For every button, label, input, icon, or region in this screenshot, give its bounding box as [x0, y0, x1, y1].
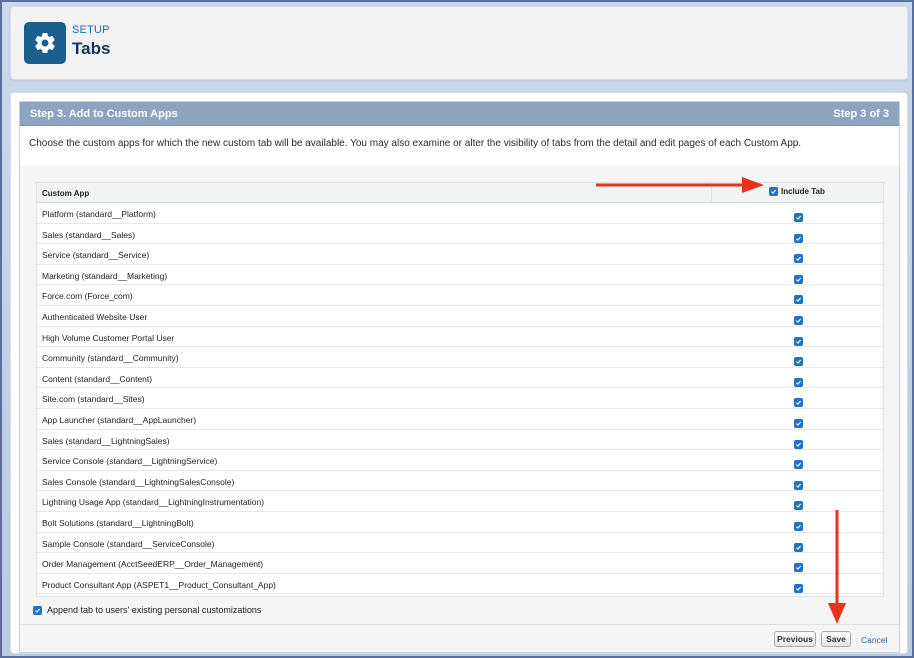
page-title: Tabs [72, 39, 111, 58]
include-tab-checkbox[interactable] [794, 583, 803, 593]
include-tab-checkbox[interactable] [794, 439, 803, 449]
custom-app-name: Service (standard__Service) [42, 250, 150, 261]
include-tab-checkbox[interactable] [794, 274, 803, 284]
custom-app-name: Lightning Usage App (standard__Lightning… [42, 497, 265, 508]
table-row: Order Management (AcctSeedERP__Order_Man… [37, 553, 883, 574]
custom-app-name: Product Consultant App (ASPET1__Product_… [42, 579, 276, 590]
include-tab-checkbox[interactable] [794, 501, 803, 511]
page-header: SETUP Tabs [10, 6, 908, 80]
step-panel: Step 3. Add to Custom Apps Step 3 of 3 C… [19, 101, 900, 653]
custom-app-name: High Volume Customer Portal User [42, 332, 175, 343]
table-row: Marketing (standard__Marketing) [37, 265, 883, 286]
previous-button[interactable]: Previous [774, 631, 816, 647]
include-tab-checkbox[interactable] [794, 254, 803, 264]
custom-apps-table: Custom App Include Tab Platform (standar… [36, 182, 884, 597]
custom-app-name: App Launcher (standard__AppLauncher) [42, 415, 197, 425]
custom-app-name: Content (standard__Content) [42, 373, 153, 384]
custom-app-name: Platform (standard__Platform) [42, 209, 156, 219]
table-row: Community (standard__Community) [37, 347, 883, 368]
section-label[interactable]: SETUP [72, 24, 110, 36]
custom-app-name: Authenticated Website User [42, 312, 148, 322]
append-tab-option: Append tab to users' existing personal c… [33, 605, 261, 615]
step-title: Step 3. Add to Custom Apps [30, 108, 178, 120]
include-tab-checkbox[interactable] [794, 316, 803, 325]
include-tab-checkbox[interactable] [794, 213, 803, 222]
custom-app-name: Site.com (standard__Sites) [42, 394, 145, 405]
include-tab-checkbox[interactable] [794, 357, 803, 367]
instructions: Choose the custom apps for which the new… [20, 126, 899, 166]
table-row: Content (standard__Content) [37, 368, 883, 389]
table-row: Lightning Usage App (standard__Lightning… [37, 491, 883, 512]
include-tab-checkbox[interactable] [794, 522, 803, 531]
include-tab-checkbox[interactable] [794, 419, 803, 428]
include-all-checkbox[interactable] [769, 187, 778, 196]
table-row: Sales Console (standard__LightningSalesC… [37, 471, 883, 492]
cancel-link[interactable]: Cancel [861, 635, 887, 645]
gear-icon [24, 22, 66, 64]
custom-app-name: Sample Console (standard__ServiceConsole… [42, 538, 215, 549]
instructions-text: Choose the custom apps for which the new… [29, 138, 802, 149]
include-tab-checkbox[interactable] [794, 460, 803, 470]
include-tab-cell [794, 579, 803, 597]
table-row: Site.com (standard__Sites) [37, 388, 883, 409]
screenshot-frame: SETUP Tabs Step 3. Add to Custom Apps St… [0, 0, 914, 658]
button-bar: Previous Save Cancel [20, 624, 899, 652]
step-counter: Step 3 of 3 [833, 108, 889, 120]
custom-app-name: Bolt Solutions (standard__LightningBolt) [42, 518, 194, 528]
custom-app-name: Force.com (Force_com) [42, 291, 133, 302]
include-tab-label: Include Tab [781, 187, 825, 196]
table-header: Custom App Include Tab [37, 183, 883, 203]
include-tab-checkbox[interactable] [794, 377, 803, 387]
custom-app-name: Order Management (AcctSeedERP__Order_Man… [42, 559, 264, 570]
table-row: Service (standard__Service) [37, 244, 883, 265]
custom-app-name: Sales Console (standard__LightningSalesC… [42, 476, 235, 487]
table-row: Service Console (standard__LightningServ… [37, 450, 883, 471]
table-row: Force.com (Force_com) [37, 285, 883, 306]
include-tab-checkbox[interactable] [794, 542, 803, 552]
append-tab-label: Append tab to users' existing personal c… [47, 605, 262, 615]
table-row: High Volume Customer Portal User [37, 327, 883, 348]
table-row: Product Consultant App (ASPET1__Product_… [37, 574, 883, 595]
table-row: App Launcher (standard__AppLauncher) [37, 409, 883, 430]
include-tab-checkbox[interactable] [794, 233, 803, 243]
table-row: Sales (standard__LightningSales) [37, 430, 883, 451]
main-content: Step 3. Add to Custom Apps Step 3 of 3 C… [10, 92, 908, 654]
append-tab-checkbox[interactable] [33, 605, 42, 615]
custom-app-name: Sales (standard__Sales) [42, 229, 136, 240]
custom-app-column-header: Custom App [42, 189, 90, 198]
step-header: Step 3. Add to Custom Apps Step 3 of 3 [20, 102, 899, 126]
include-tab-header: Include Tab [769, 187, 825, 196]
custom-app-name: Service Console (standard__LightningServ… [42, 456, 218, 467]
table-row: Sample Console (standard__ServiceConsole… [37, 533, 883, 554]
save-button[interactable]: Save [821, 631, 851, 647]
include-tab-checkbox[interactable] [794, 336, 803, 346]
include-tab-checkbox[interactable] [794, 295, 803, 305]
custom-app-name: Sales (standard__LightningSales) [42, 435, 170, 446]
custom-app-name: Community (standard__Community) [42, 353, 179, 364]
include-tab-checkbox[interactable] [794, 480, 803, 490]
table-row: Bolt Solutions (standard__LightningBolt) [37, 512, 883, 533]
column-divider [711, 183, 712, 203]
include-tab-checkbox[interactable] [794, 398, 803, 408]
custom-app-name: Marketing (standard__Marketing) [42, 270, 168, 281]
table-row: Platform (standard__Platform) [37, 203, 883, 224]
include-tab-checkbox[interactable] [794, 563, 803, 573]
table-row: Sales (standard__Sales) [37, 224, 883, 245]
table-row: Authenticated Website User [37, 306, 883, 327]
